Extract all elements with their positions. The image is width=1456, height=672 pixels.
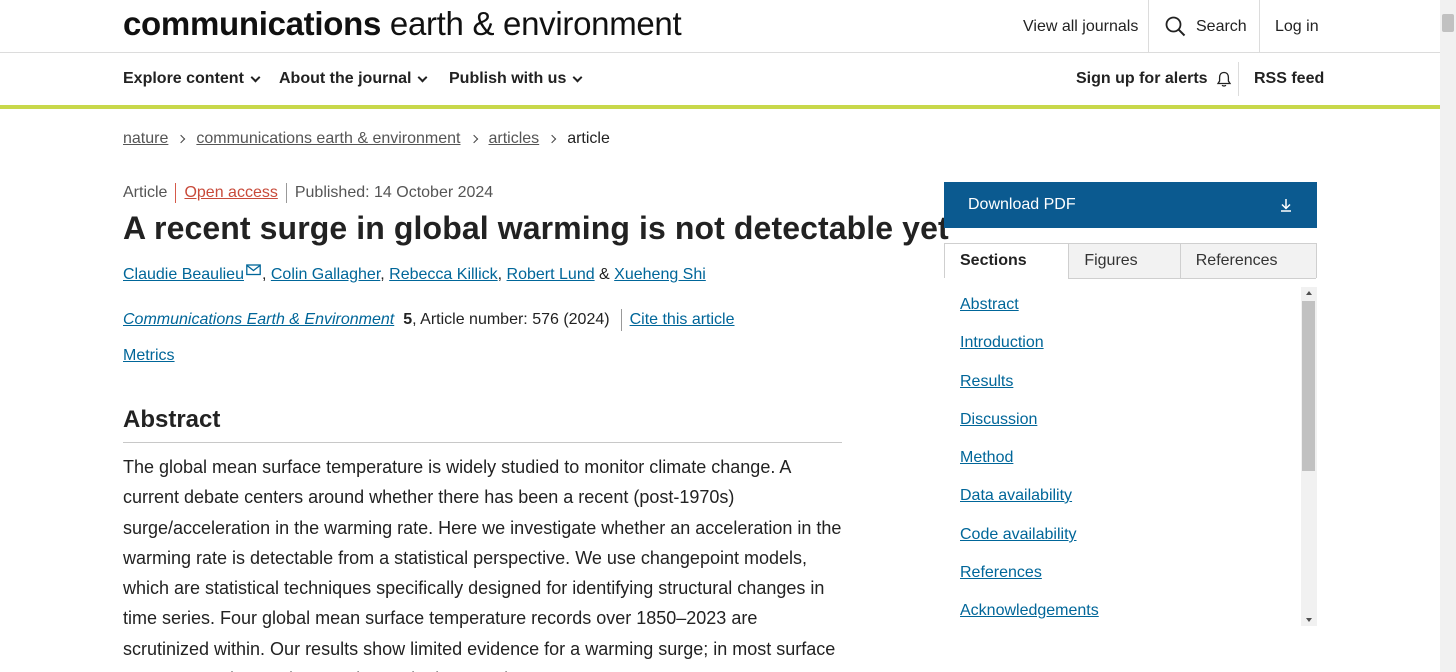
rss-feed-link[interactable]: RSS feed xyxy=(1254,53,1324,105)
author-link[interactable]: Rebecca Killick xyxy=(389,266,497,283)
author-link[interactable]: Colin Gallagher xyxy=(271,266,380,283)
volume-number: 5 xyxy=(403,311,413,328)
article-title: A recent surge in global warming is not … xyxy=(123,210,949,246)
bell-icon xyxy=(1216,71,1231,87)
chevron-down-icon xyxy=(572,72,583,82)
abstract-heading: Abstract xyxy=(123,404,842,443)
author-link[interactable]: Robert Lund xyxy=(507,266,595,283)
breadcrumb-journal[interactable]: communications earth & environment xyxy=(196,130,460,148)
chevron-down-icon xyxy=(250,72,261,82)
article-meta: Article Open access Published: 14 Octobe… xyxy=(123,183,493,203)
section-link-acknowledgements[interactable]: Acknowledgements xyxy=(960,602,1099,620)
breadcrumb-nature[interactable]: nature xyxy=(123,130,168,148)
chevron-right-icon xyxy=(469,134,478,144)
tab-sections[interactable]: Sections xyxy=(945,244,1069,279)
nav-divider xyxy=(1238,62,1239,96)
nav-about-journal[interactable]: About the journal xyxy=(279,53,428,105)
section-link-discussion[interactable]: Discussion xyxy=(960,411,1037,429)
breadcrumb-articles[interactable]: articles xyxy=(489,130,540,148)
chevron-down-icon xyxy=(417,72,428,82)
search-label: Search xyxy=(1196,17,1247,35)
header-divider xyxy=(1148,0,1149,53)
login-link[interactable]: Log in xyxy=(1275,0,1319,53)
main-nav: Explore content About the journal Publis… xyxy=(0,53,1440,105)
author-link[interactable]: Xueheng Shi xyxy=(614,266,706,283)
scroll-down-arrow-icon[interactable] xyxy=(1301,614,1317,626)
page-scrollbar-thumb[interactable] xyxy=(1442,14,1454,32)
nav-accent-bar xyxy=(0,105,1440,109)
search-button[interactable]: Search xyxy=(1165,0,1247,53)
citation-line: Communications Earth & Environment 5 , A… xyxy=(123,309,735,331)
nav-label: Publish with us xyxy=(449,70,567,87)
author-separator: , xyxy=(261,266,271,283)
section-link-results[interactable]: Results xyxy=(960,373,1013,391)
nav-label: Explore content xyxy=(123,70,244,87)
brand-bold: communications xyxy=(123,5,382,42)
chevron-right-icon xyxy=(177,134,186,144)
sections-list: Abstract Introduction Results Discussion… xyxy=(944,278,1317,628)
nav-publish-with-us[interactable]: Publish with us xyxy=(449,53,583,105)
brand-light: earth & environment xyxy=(389,5,682,42)
breadcrumb-current: article xyxy=(567,130,610,147)
section-link-code-availability[interactable]: Code availability xyxy=(960,526,1077,544)
tab-references[interactable]: References xyxy=(1179,244,1316,279)
page-scrollbar[interactable] xyxy=(1440,0,1456,672)
sidebar-tabs: Sections Figures References xyxy=(944,243,1317,279)
author-separator: & xyxy=(594,266,615,283)
section-link-method[interactable]: Method xyxy=(960,449,1013,467)
meta-divider xyxy=(285,183,287,203)
view-all-journals-link[interactable]: View all journals xyxy=(1023,0,1138,53)
alerts-signup-link[interactable]: Sign up for alerts xyxy=(1076,53,1232,105)
section-link-introduction[interactable]: Introduction xyxy=(960,334,1044,352)
author-link[interactable]: Claudie Beaulieu xyxy=(123,266,244,283)
download-icon xyxy=(1281,199,1291,212)
meta-divider xyxy=(175,183,177,203)
citation-divider xyxy=(620,309,622,331)
top-header: communications earth & environment View … xyxy=(0,0,1440,53)
download-pdf-button[interactable]: Download PDF xyxy=(944,182,1317,228)
scroll-up-arrow-icon[interactable] xyxy=(1301,287,1317,299)
open-access-link[interactable]: Open access xyxy=(184,184,277,202)
author-list: Claudie Beaulieu, Colin Gallagher, Rebec… xyxy=(123,264,706,286)
author-separator: , xyxy=(497,266,507,283)
metrics-link[interactable]: Metrics xyxy=(123,347,175,365)
chevron-right-icon xyxy=(547,134,557,144)
download-pdf-label: Download PDF xyxy=(968,196,1076,213)
published-date: Published: 14 October 2024 xyxy=(294,184,494,201)
section-link-data-availability[interactable]: Data availability xyxy=(960,487,1072,505)
journal-logo[interactable]: communications earth & environment xyxy=(123,5,682,42)
nav-label: About the journal xyxy=(279,70,412,87)
journal-name-link[interactable]: Communications Earth & Environment xyxy=(123,311,394,329)
tab-figures[interactable]: Figures xyxy=(1068,244,1180,279)
mail-icon[interactable] xyxy=(246,264,261,276)
cite-this-article-link[interactable]: Cite this article xyxy=(630,311,735,329)
nav-explore-content[interactable]: Explore content xyxy=(123,53,261,105)
section-link-references[interactable]: References xyxy=(960,564,1042,582)
breadcrumb: nature communications earth & environmen… xyxy=(123,129,610,149)
article-type: Article xyxy=(123,184,168,201)
section-link-abstract[interactable]: Abstract xyxy=(960,296,1019,314)
search-icon xyxy=(1165,16,1186,37)
author-separator: , xyxy=(380,266,390,283)
sections-scrollbar-thumb[interactable] xyxy=(1302,301,1315,471)
article-number: , Article number: 576 (2024) xyxy=(412,311,610,328)
header-divider xyxy=(1259,0,1260,53)
abstract-text: The global mean surface temperature is w… xyxy=(123,457,842,672)
alerts-label: Sign up for alerts xyxy=(1076,70,1208,87)
